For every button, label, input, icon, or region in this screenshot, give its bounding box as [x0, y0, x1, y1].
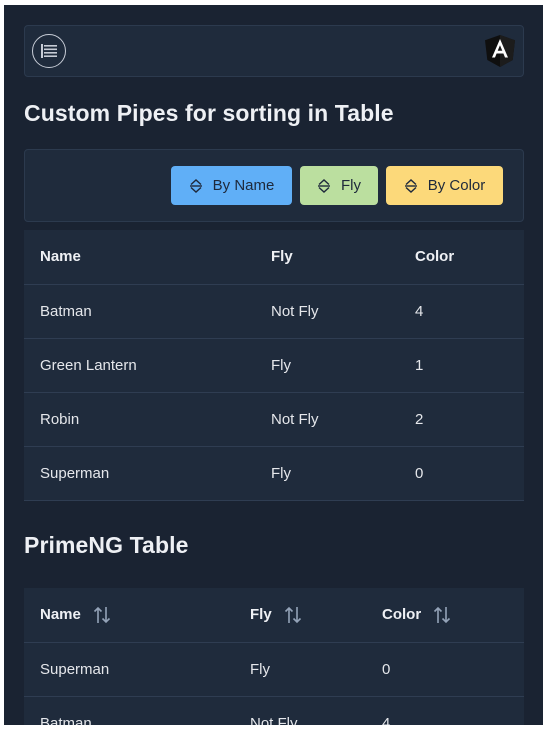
cell-name: Batman — [24, 284, 255, 339]
table-row: Superman Fly 0 — [24, 446, 524, 501]
column-header-fly: Fly — [255, 230, 399, 285]
sort-by-color-label: By Color — [427, 177, 486, 194]
sort-arrows-icon — [189, 178, 202, 193]
sort-arrows-icon — [404, 178, 417, 193]
cell-fly: Fly — [255, 338, 399, 393]
menu-button[interactable] — [32, 34, 66, 68]
primeng-table-title: PrimeNG Table — [24, 532, 189, 558]
sort-by-name-label: By Name — [212, 177, 275, 194]
cell-color: 0 — [399, 446, 524, 501]
sortable-header-color[interactable]: Color — [366, 588, 524, 643]
sort-by-fly-label: Fly — [341, 177, 361, 194]
column-header-color: Color — [399, 230, 524, 285]
table-row: Superman Fly 0 — [24, 642, 524, 697]
sort-by-name-button[interactable]: By Name — [171, 166, 292, 205]
sortable-header-name[interactable]: Name — [24, 588, 234, 643]
cell-color: 4 — [366, 696, 524, 725]
custom-pipes-table: Name Fly Color Batman Not Fly 4 Green La… — [24, 230, 524, 501]
sort-arrows-icon — [434, 606, 451, 623]
primeng-table: Name Fly Color Superman Fly 0 Batman Not… — [24, 588, 524, 725]
table-header-row: Name Fly Color — [24, 230, 524, 285]
cell-color: 0 — [366, 642, 524, 697]
app-frame: Custom Pipes for sorting in Table By Nam… — [4, 5, 543, 725]
sort-arrows-icon — [284, 606, 301, 623]
custom-pipes-title: Custom Pipes for sorting in Table — [24, 100, 394, 126]
column-header-color: Color — [382, 605, 422, 623]
cell-name: Robin — [24, 392, 255, 447]
table-row: Batman Not Fly 4 — [24, 696, 524, 725]
angular-logo-icon — [485, 35, 515, 67]
cell-color: 1 — [399, 338, 524, 393]
column-header-name: Name — [40, 605, 81, 623]
sort-button-bar: By Name Fly By Color — [24, 149, 524, 222]
column-header-name: Name — [24, 230, 255, 285]
table-row: Robin Not Fly 2 — [24, 392, 524, 447]
cell-color: 2 — [399, 392, 524, 447]
cell-fly: Fly — [234, 642, 366, 697]
column-header-fly: Fly — [250, 605, 272, 623]
cell-fly: Not Fly — [234, 696, 366, 725]
sort-arrows-icon — [93, 606, 111, 623]
cell-fly: Not Fly — [255, 392, 399, 447]
hamburger-menu-icon — [41, 44, 57, 58]
top-toolbar — [24, 25, 524, 77]
table-row: Batman Not Fly 4 — [24, 284, 524, 339]
sortable-header-fly[interactable]: Fly — [234, 588, 366, 643]
cell-name: Batman — [24, 696, 234, 725]
cell-fly: Not Fly — [255, 284, 399, 339]
sort-by-fly-button[interactable]: Fly — [300, 166, 378, 205]
cell-color: 4 — [399, 284, 524, 339]
sort-by-color-button[interactable]: By Color — [386, 166, 503, 205]
sort-arrows-icon — [318, 178, 330, 193]
table-header-row: Name Fly Color — [24, 588, 524, 643]
table-row: Green Lantern Fly 1 — [24, 338, 524, 393]
cell-name: Green Lantern — [24, 338, 255, 393]
cell-name: Superman — [24, 642, 234, 697]
cell-name: Superman — [24, 446, 255, 501]
cell-fly: Fly — [255, 446, 399, 501]
